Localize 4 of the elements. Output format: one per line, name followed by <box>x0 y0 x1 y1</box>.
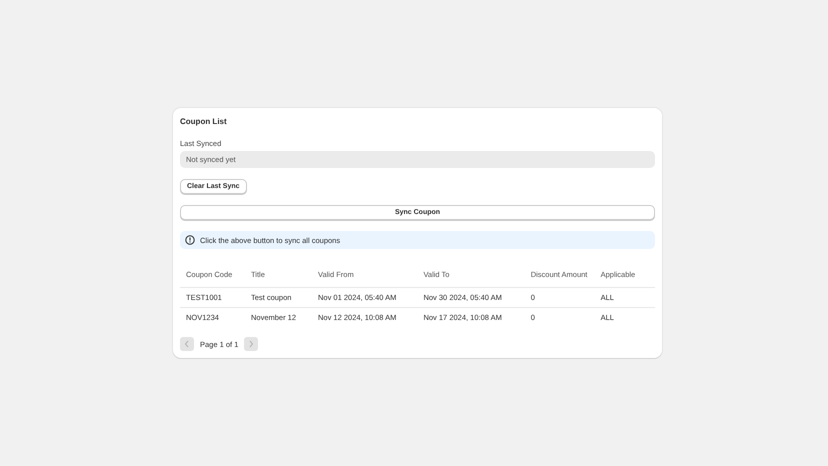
chevron-left-icon <box>184 340 190 348</box>
info-icon <box>185 235 195 245</box>
card-title: Coupon List <box>180 117 227 126</box>
chevron-right-icon <box>248 340 254 348</box>
